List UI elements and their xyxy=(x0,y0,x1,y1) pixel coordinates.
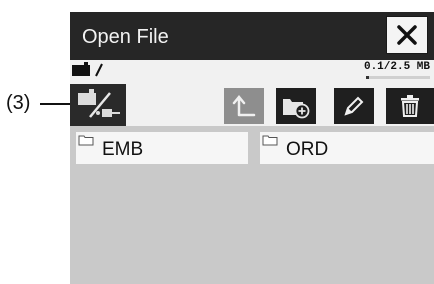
current-media-icon xyxy=(72,62,103,77)
up-arrow-icon xyxy=(232,95,256,117)
usb-media-icon xyxy=(78,89,120,118)
toolbar xyxy=(70,84,434,126)
title-bar: Open File xyxy=(70,12,434,60)
folder-item[interactable]: EMB xyxy=(76,132,248,164)
new-folder-icon xyxy=(283,99,310,119)
media-select-button[interactable] xyxy=(70,84,126,126)
memory-usage-text: 0.1/2.5 MB xyxy=(363,61,430,73)
trash-icon xyxy=(401,95,419,117)
rename-button[interactable] xyxy=(334,88,374,124)
new-folder-button[interactable] xyxy=(276,88,316,124)
callout-line xyxy=(40,103,70,105)
close-icon xyxy=(397,25,417,45)
folder-name: EMB xyxy=(102,139,144,160)
delete-button[interactable] xyxy=(386,88,434,124)
storage-bar: 0.1/2.5 MB xyxy=(70,60,434,84)
folder-name: ORD xyxy=(286,139,329,160)
dialog-title: Open File xyxy=(82,26,169,48)
pencil-icon xyxy=(344,96,364,116)
close-button[interactable] xyxy=(386,16,428,54)
up-folder-button[interactable] xyxy=(224,88,264,124)
folder-item[interactable]: ORD xyxy=(260,132,434,164)
folder-icon xyxy=(262,135,278,146)
open-file-dialog: Open File 0.1/2.5 MB EMB ORD xyxy=(70,12,434,284)
callout-label: (3) xyxy=(6,92,31,114)
memory-usage-fill xyxy=(366,76,369,79)
memory-usage-bar xyxy=(366,76,430,79)
folder-icon xyxy=(78,135,94,146)
